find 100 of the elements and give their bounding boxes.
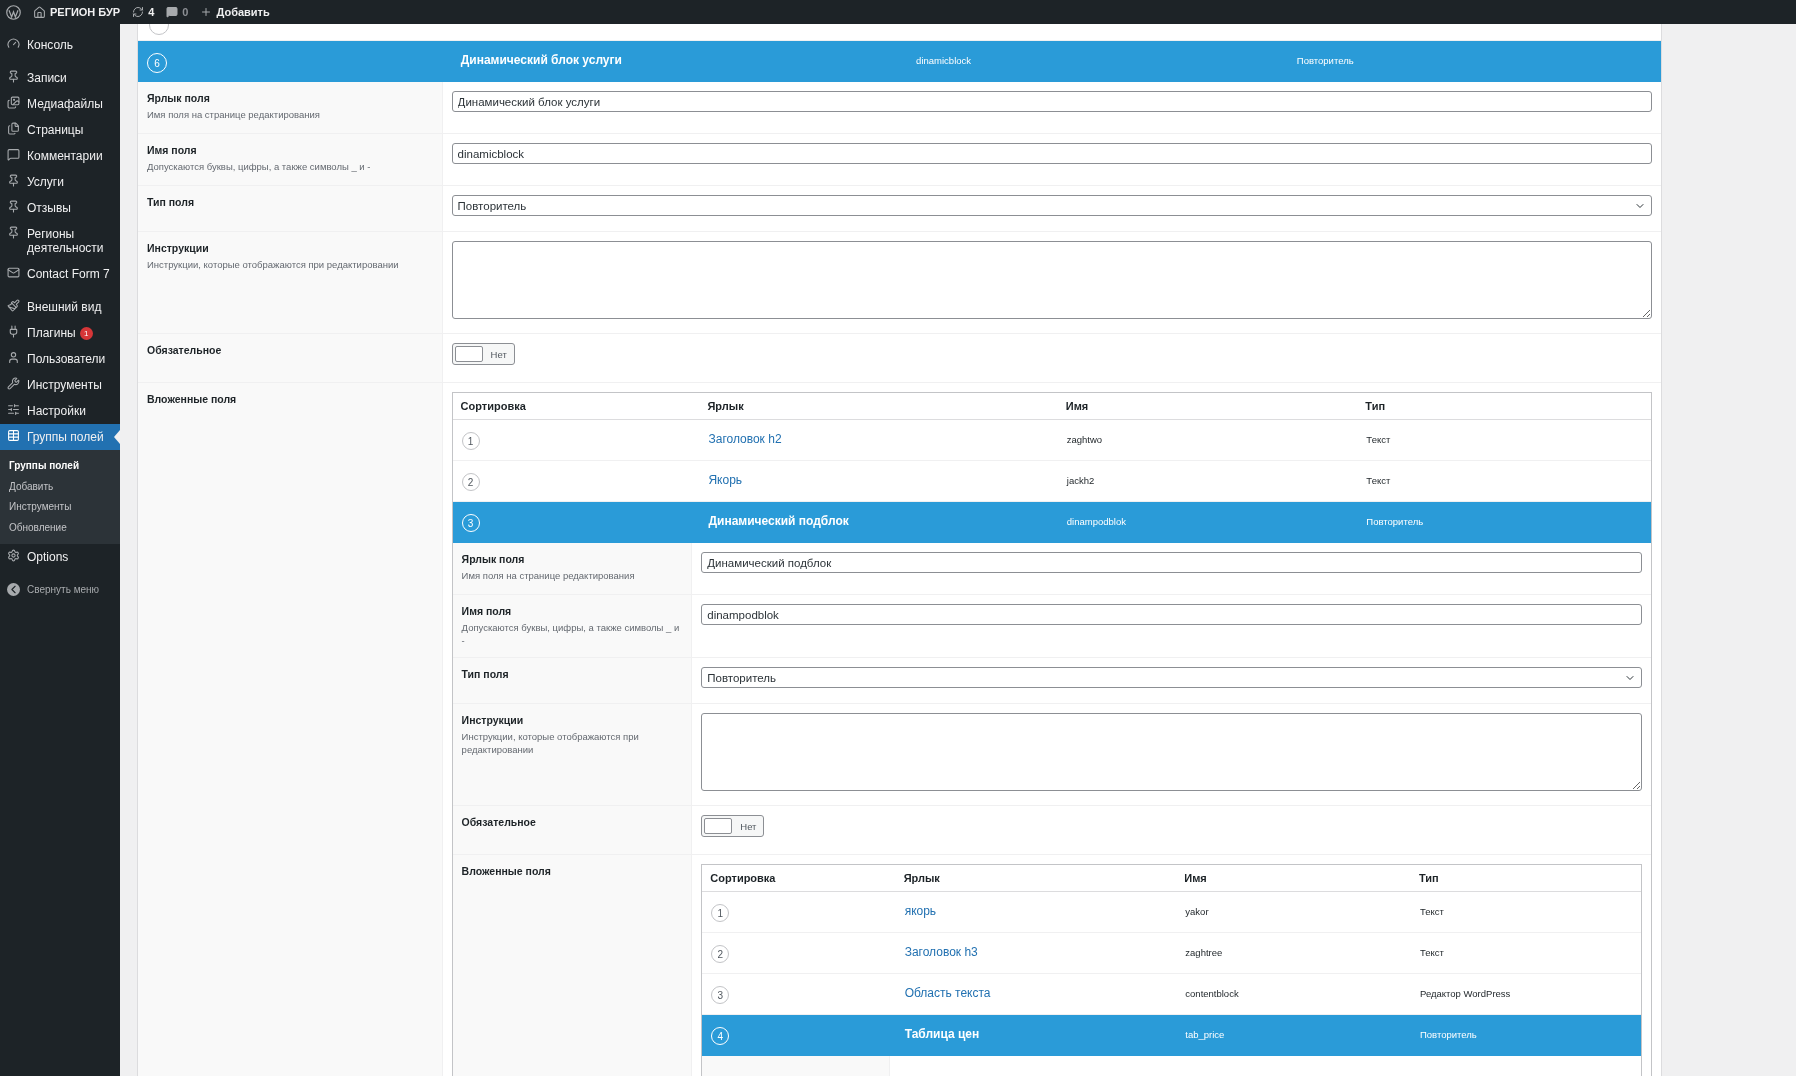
field-label-link[interactable]: Якорь <box>708 473 743 487</box>
field-type: Повторитель <box>1420 1029 1477 1040</box>
column-header: Имя <box>1064 400 1090 412</box>
sidebar-menu-item[interactable]: Медиафайлы <box>0 91 120 117</box>
setting-label: Вложенные поля <box>147 393 238 405</box>
field-label-link[interactable]: Заголовок h3 <box>904 945 978 959</box>
sidebar-menu-item[interactable]: Группы полей <box>0 424 120 451</box>
submenu-item[interactable]: Добавить <box>0 476 120 498</box>
sidebar-menu-item[interactable]: Услуги <box>0 169 120 195</box>
sidebar-menu-item[interactable]: Записи <box>0 65 120 91</box>
submenu-item[interactable]: Группы полей <box>0 456 120 477</box>
home-icon <box>33 5 46 19</box>
pin-icon <box>7 200 20 213</box>
user-icon <box>7 351 20 365</box>
column-header: Тип <box>1364 400 1387 412</box>
field-type: Текст <box>1420 947 1444 958</box>
sidebar-menu-item[interactable]: Внешний вид <box>0 294 120 320</box>
setting-description: Имя поля на странице редактирования <box>147 108 321 121</box>
comment-icon <box>166 6 179 18</box>
sidebar-menu-item[interactable]: Пользователи <box>0 346 120 373</box>
collapse-icon <box>7 583 20 597</box>
updates-link[interactable]: 4 <box>132 6 155 18</box>
sidebar-menu-item[interactable]: Плагины 1 <box>0 320 120 347</box>
setting-label: Тип поля <box>461 668 510 680</box>
select-field[interactable]: Повторитель <box>701 667 1642 688</box>
setting-label: Инструкции <box>461 714 525 726</box>
field-label-link[interactable]: якорь <box>904 904 937 918</box>
setting-description: Инструкции, которые отображаются при редактировании <box>461 730 640 756</box>
brush-icon <box>7 299 20 312</box>
setting-label: Вложенные поля <box>461 865 552 877</box>
sidebar-menu-item[interactable]: Регионы деятельности <box>0 221 120 261</box>
pin-icon <box>7 226 20 239</box>
count-badge: 1 <box>79 327 93 341</box>
wordpress-logo-icon[interactable] <box>6 4 21 20</box>
field-name: dinampodblok <box>1066 516 1126 527</box>
collapse-menu-link[interactable]: Свернуть меню <box>0 577 120 603</box>
field-name: dinamicblock <box>916 55 972 66</box>
setting-label: Имя поля <box>147 144 198 156</box>
current-pointer-icon <box>114 430 120 445</box>
field-type: Редактор WordPress <box>1420 988 1511 999</box>
setting-description: Инструкции, которые отображаются при редактировании <box>147 258 400 271</box>
field-name: contentblock <box>1185 988 1239 999</box>
toggle-switch[interactable]: Нет <box>451 343 515 365</box>
submenu-item[interactable]: Инструменты <box>0 497 120 518</box>
textarea-field[interactable] <box>701 713 1642 791</box>
images-icon <box>7 96 20 109</box>
pin-icon <box>7 174 20 187</box>
sidebar-menu-item[interactable]: Комментарии <box>0 143 120 169</box>
field-name: jackh2 <box>1066 475 1095 486</box>
field-label-link[interactable]: Заголовок h2 <box>708 432 782 446</box>
sidebar-menu-item[interactable]: Инструменты <box>0 372 120 399</box>
setting-description: Допускаются буквы, цифры, а также символы _ и - <box>147 160 372 173</box>
column-header: Ярлык <box>706 400 745 412</box>
text-field[interactable]: dinampodblok <box>701 604 1642 625</box>
setting-label: Ярлык поля <box>461 553 526 565</box>
setting-label: Обязательное <box>461 816 537 828</box>
toggle-switch[interactable]: Нет <box>701 815 765 837</box>
field-label-link[interactable]: Область текста <box>904 986 991 1000</box>
sidebar-menu-item[interactable]: Настройки <box>0 398 120 425</box>
setting-description: Допускаются буквы, цифры, а также символы _ и - <box>461 621 681 647</box>
column-header: Имя <box>1183 872 1208 884</box>
site-name-link[interactable]: РЕГИОН БУР <box>33 5 121 19</box>
sliders-icon <box>7 403 20 417</box>
column-header: Сортировка <box>459 400 527 412</box>
plus-icon <box>200 6 213 18</box>
text-field[interactable]: dinamicblock <box>451 143 1652 164</box>
refresh-icon <box>132 6 145 18</box>
setting-label: Тип поля <box>147 196 196 208</box>
comment-icon <box>7 148 20 161</box>
column-header: Сортировка <box>709 872 777 884</box>
setting-description: Имя поля на странице редактирования <box>461 569 636 582</box>
field-type: Повторитель <box>1366 516 1424 527</box>
pin-icon <box>7 70 20 83</box>
field-name: tab_price <box>1185 1029 1225 1040</box>
settings-icon <box>7 549 20 563</box>
text-field[interactable]: Динамический блок услуги <box>451 91 1652 112</box>
column-header: Ярлык <box>902 872 941 884</box>
select-field[interactable]: Повторитель <box>451 195 1652 216</box>
field-type: Текст <box>1366 475 1391 486</box>
field-type: Текст <box>1420 906 1444 917</box>
table-icon <box>7 429 20 443</box>
comments-link[interactable]: 0 <box>166 6 189 18</box>
sidebar-menu-item[interactable]: Страницы <box>0 117 120 143</box>
setting-label: Имя поля <box>461 605 513 617</box>
gauge-icon <box>7 37 20 50</box>
textarea-field[interactable] <box>451 241 1652 319</box>
field-name: yakor <box>1185 906 1209 917</box>
sidebar-menu-item[interactable]: Options <box>0 544 120 571</box>
text-field[interactable]: Динамический подблок <box>701 552 1642 573</box>
sidebar-menu-item[interactable]: Консоль <box>0 32 120 58</box>
setting-label: Инструкции <box>147 242 210 254</box>
setting-label: Ярлык поля <box>147 92 211 104</box>
sidebar-menu-item[interactable]: Contact Form 7 <box>0 261 120 287</box>
column-header: Тип <box>1418 872 1440 884</box>
setting-label: Обязательное <box>147 344 223 356</box>
add-new-link[interactable]: Добавить <box>200 6 270 18</box>
wrench-icon <box>7 377 20 391</box>
submenu-item[interactable]: Обновление <box>0 517 120 539</box>
field-name: zaghtwo <box>1066 434 1103 445</box>
sidebar-menu-item[interactable]: Отзывы <box>0 195 120 221</box>
